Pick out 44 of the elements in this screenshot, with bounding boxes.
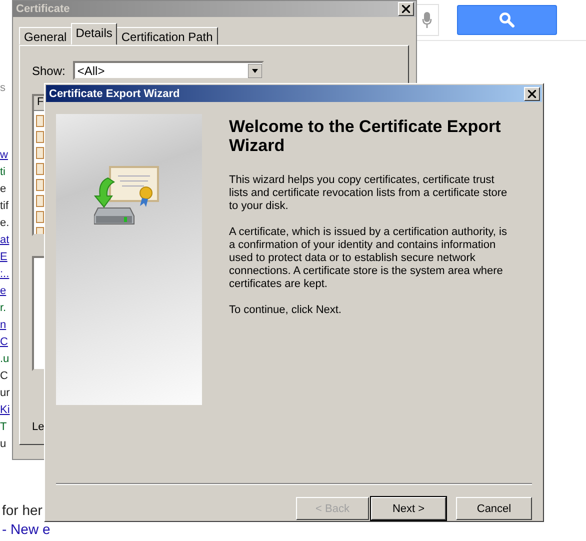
page-text-fragment: s	[0, 81, 6, 96]
page-text-fragment: .u	[0, 352, 10, 366]
page-link-fragment[interactable]: - New e	[2, 521, 50, 537]
link-text[interactable]: Le	[32, 421, 44, 433]
window-title: Certificate	[16, 3, 70, 15]
show-dropdown[interactable]: <All>	[73, 61, 264, 80]
page-link-fragment[interactable]: Ki	[0, 402, 12, 417]
next-button[interactable]: Next >	[371, 497, 446, 520]
wizard-heading: Welcome to the Certificate Export Wizard	[229, 117, 502, 155]
page-text-fragment: T	[0, 420, 8, 434]
close-button[interactable]	[524, 86, 540, 100]
page-text-fragment: e	[0, 182, 8, 196]
tab[interactable]: Certification Path	[116, 27, 218, 45]
show-label: Show:	[32, 64, 66, 78]
wizard-paragraph: A certificate, which is issued by a certification authority, is a confirmation of your identity and contains information used to protect data or to establish secure network connections. A certificate store is the system area where certificates are kept.	[229, 226, 508, 291]
tab[interactable]: Details	[70, 23, 118, 45]
tab[interactable]: General	[19, 27, 72, 45]
page-link-fragment[interactable]: :..	[0, 266, 12, 281]
page-link-fragment[interactable]: C	[0, 334, 12, 349]
wizard-paragraph: This wizard helps you copy certificates, certificate trust lists and certificate revocation lists from a certificate store to your disk.	[229, 174, 508, 213]
page-text-fragment: ur	[0, 386, 11, 400]
page-text-fragment: C	[0, 369, 9, 383]
page-text-fragment: tif	[0, 199, 10, 213]
page-text-fragment: ti	[0, 165, 6, 179]
close-button[interactable]	[398, 2, 414, 16]
page-text-fragment: r.	[0, 301, 8, 315]
search-icon	[499, 12, 515, 28]
page-link-fragment[interactable]: e	[0, 283, 12, 298]
page-link-fragment[interactable]: E	[0, 249, 12, 264]
dropdown-arrow-icon	[248, 64, 262, 78]
close-icon	[402, 5, 410, 13]
page-link-fragment[interactable]: at	[0, 232, 12, 247]
cancel-button[interactable]: Cancel	[456, 497, 532, 520]
page-link-fragment[interactable]: n	[0, 317, 12, 332]
window-title: Certificate Export Wizard	[49, 88, 180, 100]
page-text-fragment: u	[0, 437, 8, 451]
microphone-icon	[422, 12, 432, 28]
close-icon	[528, 90, 536, 98]
page-text-fragment: for her	[2, 502, 44, 518]
page-link-fragment[interactable]: w	[0, 147, 12, 162]
voice-search-field[interactable]	[416, 4, 439, 36]
page-text-fragment: e.	[0, 216, 10, 230]
wizard-paragraph: To continue, click Next.	[229, 304, 342, 317]
search-button[interactable]	[457, 5, 557, 35]
